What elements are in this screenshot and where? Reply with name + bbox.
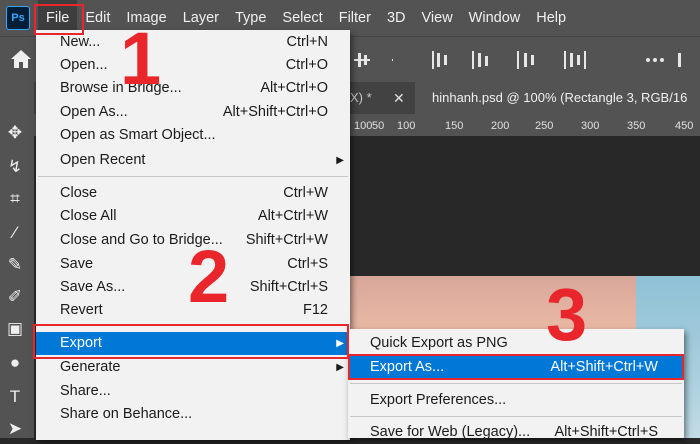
lasso-tool-icon[interactable]: ↯ [2, 154, 28, 180]
crop-tool-icon[interactable]: ⌗ [2, 186, 28, 212]
smudge-tool-icon[interactable]: ● [2, 350, 28, 376]
annotation-box-export-as [348, 354, 684, 380]
menu-separator [38, 176, 348, 177]
menu-item-open-as[interactable]: Open As... Alt+Shift+Ctrl+O [36, 101, 350, 124]
history-brush-icon[interactable]: ✐ [2, 284, 28, 310]
align-icons-group [354, 51, 681, 69]
export-submenu: Quick Export as PNG Export As... Alt+Shif… [348, 329, 684, 440]
menu-item-export-preferences[interactable]: Export Preferences... [348, 389, 684, 412]
menu-item-quick-export-png[interactable]: Quick Export as PNG [348, 332, 684, 355]
menu-item-open-smart-object[interactable]: Open as Smart Object... [36, 124, 350, 147]
ruler-tick: 350 [627, 120, 646, 132]
path-selection-icon[interactable]: ➤ [2, 416, 28, 442]
menu-item-share-behance[interactable]: Share on Behance... [36, 403, 350, 426]
submenu-arrow-icon: ▶ [336, 155, 344, 166]
ruler-tick: 300 [581, 120, 600, 132]
close-tab-icon[interactable]: ✕ [393, 82, 405, 114]
ruler-tick: 150 [445, 120, 464, 132]
gradient-tool-icon[interactable]: ▣ [2, 316, 28, 342]
menu-separator [350, 416, 682, 417]
menu-item-open-recent[interactable]: Open Recent ▶ [36, 149, 350, 172]
ruler-tick: 100 [354, 120, 373, 132]
menu-item-browse-in-bridge[interactable]: Browse in Bridge... Alt+Ctrl+O [36, 77, 350, 100]
menu-item-close-all[interactable]: Close All Alt+Ctrl+W [36, 205, 350, 228]
ruler-tick: 250 [535, 120, 554, 132]
brush-tool-icon[interactable]: ✎ [2, 252, 28, 278]
home-icon[interactable] [10, 48, 32, 70]
ruler-tick: 200 [491, 120, 510, 132]
menu-item-close[interactable]: Close Ctrl+W [36, 182, 350, 205]
step-number-1: 1 [120, 17, 162, 100]
tab-previous-document[interactable]: X) * [350, 82, 372, 114]
menu-3d[interactable]: 3D [379, 0, 414, 36]
menu-help[interactable]: Help [528, 0, 574, 36]
step-number-2: 2 [188, 235, 230, 318]
submenu-arrow-icon: ▶ [336, 362, 344, 373]
menu-view[interactable]: View [414, 0, 461, 36]
menu-item-save-for-web[interactable]: Save for Web (Legacy)... Alt+Shift+Ctrl+S [348, 421, 684, 444]
annotation-box-file [34, 4, 84, 35]
menu-item-share[interactable]: Share... [36, 380, 350, 403]
ruler-tick: 100 [397, 120, 416, 132]
menu-separator [350, 383, 682, 384]
step-number-3: 3 [546, 273, 588, 356]
eyedropper-tool-icon[interactable]: ⁄ [2, 220, 28, 246]
menu-item-open[interactable]: Open... Ctrl+O [36, 54, 350, 77]
menu-window[interactable]: Window [461, 0, 529, 36]
tab-active-document[interactable]: hinhanh.psd @ 100% (Rectangle 3, RGB/16 [415, 82, 700, 114]
photoshop-logo-icon: Ps [6, 6, 30, 30]
ruler-tick: 50 [372, 120, 385, 132]
ruler-tick: 450 [675, 120, 694, 132]
menu-item-generate[interactable]: Generate ▶ [36, 356, 350, 379]
type-tool-icon[interactable]: T [2, 384, 28, 410]
move-tool-icon[interactable]: ✥ [2, 120, 28, 146]
annotation-box-export [33, 324, 349, 359]
tools-panel: ✥ ↯ ⌗ ⁄ ✎ ✐ ▣ ● T ➤ [0, 82, 34, 438]
